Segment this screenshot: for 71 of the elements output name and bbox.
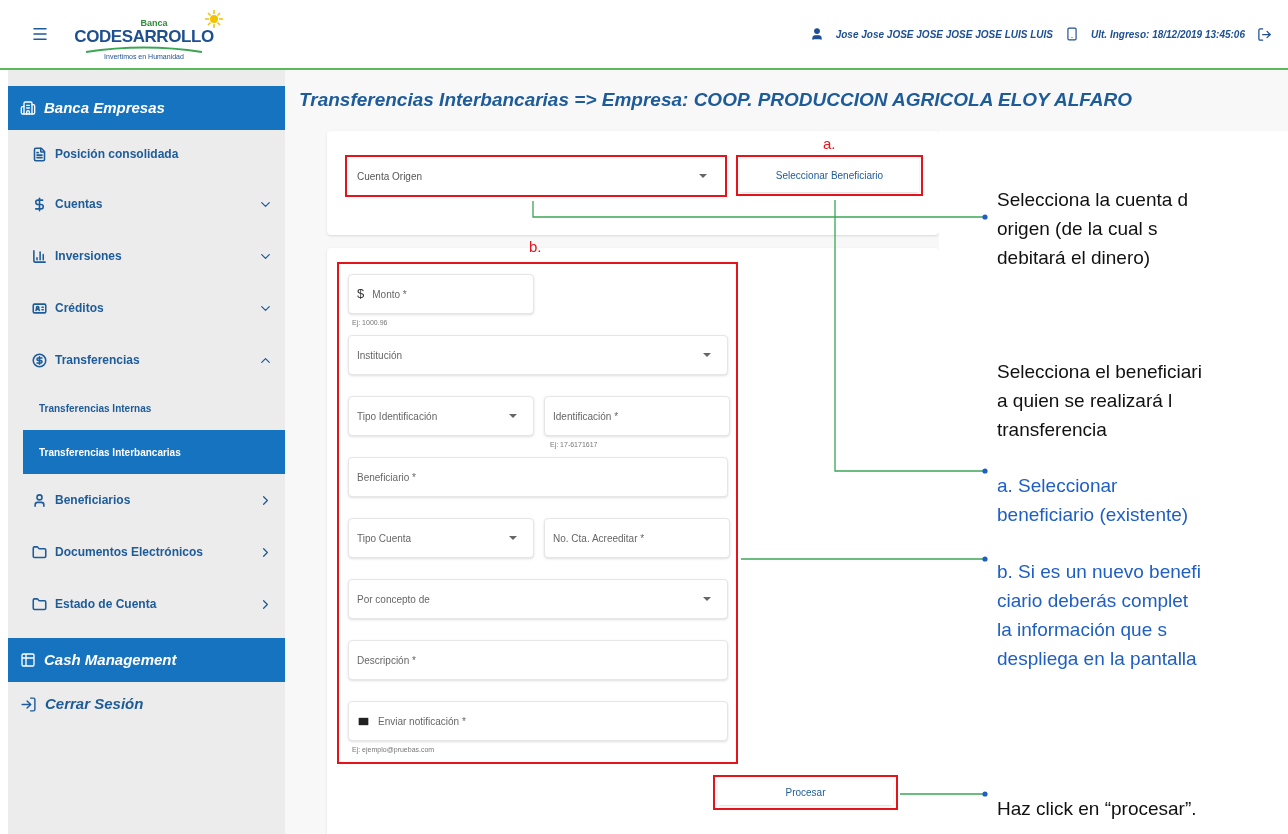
mail-icon [357,714,370,728]
caret-icon [509,536,517,540]
sidebar-section[interactable]: Cash Management [8,638,285,682]
menu-icon[interactable] [31,25,49,43]
sidebar-label: Beneficiarios [55,493,131,507]
submenu-item[interactable]: Transferencias Internas [23,386,285,430]
callout-label: b. [529,237,542,257]
item-icon [32,352,47,368]
user-name: Jose Jose JOSE JOSE JOSE JOSE LUIS LUIS [835,27,1053,42]
item-icon [32,196,47,212]
logout-link[interactable]: Cerrar Sesión [8,682,285,726]
logout-icon[interactable] [1257,26,1272,42]
item-icon [32,492,47,508]
section-icon [20,100,36,116]
select-field[interactable]: Tipo Cuenta [348,518,534,558]
item-icon [32,544,47,560]
sidebar-label: Posición consolidada [55,147,179,161]
caret-icon [703,597,711,601]
text-input[interactable]: Identificación * [553,408,721,424]
text-input[interactable]: Descripción * [357,652,719,668]
phone-icon [1065,27,1079,41]
last-login: Ult. Ingreso: 18/12/2019 13:45:06 [1091,27,1245,42]
input-field[interactable]: Identificación * [544,396,730,436]
select-beneficiary-button[interactable]: Seleccionar Beneficiario [740,159,919,192]
annotation-text: Selecciona la cuenta d origen (de la cual s debitará el dinero) [997,188,1190,270]
input-field[interactable]: Descripción * [348,640,728,680]
sidebar-label: Documentos Electrónicos [55,545,204,559]
sidebar-item[interactable]: Estado de Cuenta [8,578,285,630]
input-field[interactable]: Enviar notificación * [348,701,728,741]
item-icon [32,146,47,162]
process-button[interactable]: Procesar [718,780,893,805]
input-field[interactable]: No. Cta. Acreeditar * [544,518,730,558]
item-icon [32,300,47,316]
item-icon [32,248,47,264]
sidebar-label: Transferencias [55,353,140,367]
sidebar-label: Créditos [55,301,104,315]
caret-icon [699,174,707,178]
logout-icon [20,695,37,713]
user-icon [809,27,824,41]
sidebar-item[interactable]: Créditos [8,282,285,334]
section-icon [20,652,36,668]
submenu-item[interactable]: Transferencias Interbancarias [23,430,285,474]
caret-icon [703,353,711,357]
currency-symbol: $ [357,285,365,304]
sidebar-label: Cuentas [55,197,103,211]
sidebar-item[interactable]: Transferencias [8,334,285,386]
text-input[interactable]: Enviar notificación * [378,713,719,729]
annotation-text: Haz click en “procesar”. [997,797,1198,821]
annotation-text: a. Seleccionar beneficiario (existente) [997,474,1190,527]
sidebar-section[interactable]: Banca Empresas [8,86,285,130]
sidebar-label: Estado de Cuenta [55,597,157,611]
sidebar-item[interactable]: Posición consolidada [8,130,285,178]
sidebar-item[interactable]: Beneficiarios [8,474,285,526]
sidebar-item[interactable]: Documentos Electrónicos [8,526,285,578]
text-input[interactable]: No. Cta. Acreeditar * [553,530,721,546]
item-icon [32,596,47,612]
select-field[interactable]: Tipo Identificación [348,396,534,436]
text-input[interactable]: Beneficiario * [357,469,719,485]
select-field[interactable]: Por concepto de [348,579,728,619]
select-field[interactable]: Institución [348,335,728,375]
text-input[interactable]: Monto * [372,286,525,302]
input-field[interactable]: $ Monto * [348,274,534,314]
annotation-text: b. Si es un nuevo benefi ciario deberás complet la información que s despliega en la pantalla [997,560,1202,671]
sidebar-item[interactable]: Inversiones [8,230,285,282]
page-title: Transferencias Interbancarias => Empresa: COOP. PRODUCCION AGRICOLA ELOY ALFARO [298,88,1134,113]
sidebar-label: Inversiones [55,249,122,263]
annotation-text: Selecciona el beneficiari a quien se realizará l transferencia [997,360,1203,442]
sidebar-item[interactable]: Cuentas [8,178,285,230]
caret-icon [509,414,517,418]
input-field[interactable]: Beneficiario * [348,457,728,497]
callout-label: a. [823,134,836,154]
